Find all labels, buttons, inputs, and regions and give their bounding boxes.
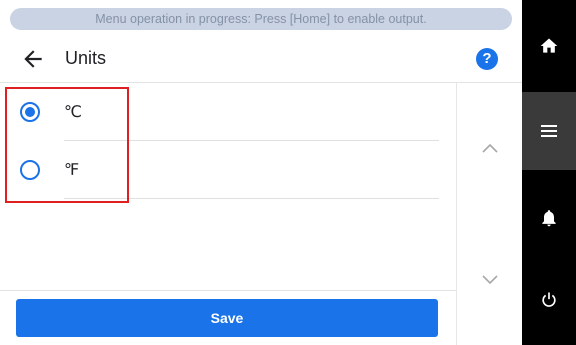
scroll-up-button[interactable] xyxy=(477,139,503,159)
page-title: Units xyxy=(65,48,107,68)
back-arrow-icon xyxy=(24,50,42,68)
chevron-up-icon xyxy=(482,143,498,153)
footer-bar: Save xyxy=(0,290,456,345)
back-button[interactable] xyxy=(20,46,46,72)
home-icon xyxy=(540,38,558,53)
nav-home-button[interactable] xyxy=(522,0,576,92)
bell-icon xyxy=(542,210,556,227)
nav-menu-button[interactable] xyxy=(522,92,576,170)
chevron-down-icon xyxy=(482,275,498,285)
nav-power-button[interactable] xyxy=(522,260,576,345)
status-banner-text: Menu operation in progress: Press [Home]… xyxy=(95,12,427,26)
highlight-box xyxy=(5,87,129,203)
help-button[interactable]: ? xyxy=(476,48,498,70)
side-nav xyxy=(522,0,576,345)
page-header: Units ? xyxy=(0,36,522,82)
scroll-controls xyxy=(456,83,522,345)
save-button[interactable]: Save xyxy=(16,299,438,337)
scroll-down-button[interactable] xyxy=(477,269,503,289)
power-icon xyxy=(542,292,556,307)
status-banner: Menu operation in progress: Press [Home]… xyxy=(10,8,512,30)
help-icon: ? xyxy=(482,50,492,67)
menu-icon xyxy=(541,125,557,137)
nav-notifications-button[interactable] xyxy=(522,170,576,260)
